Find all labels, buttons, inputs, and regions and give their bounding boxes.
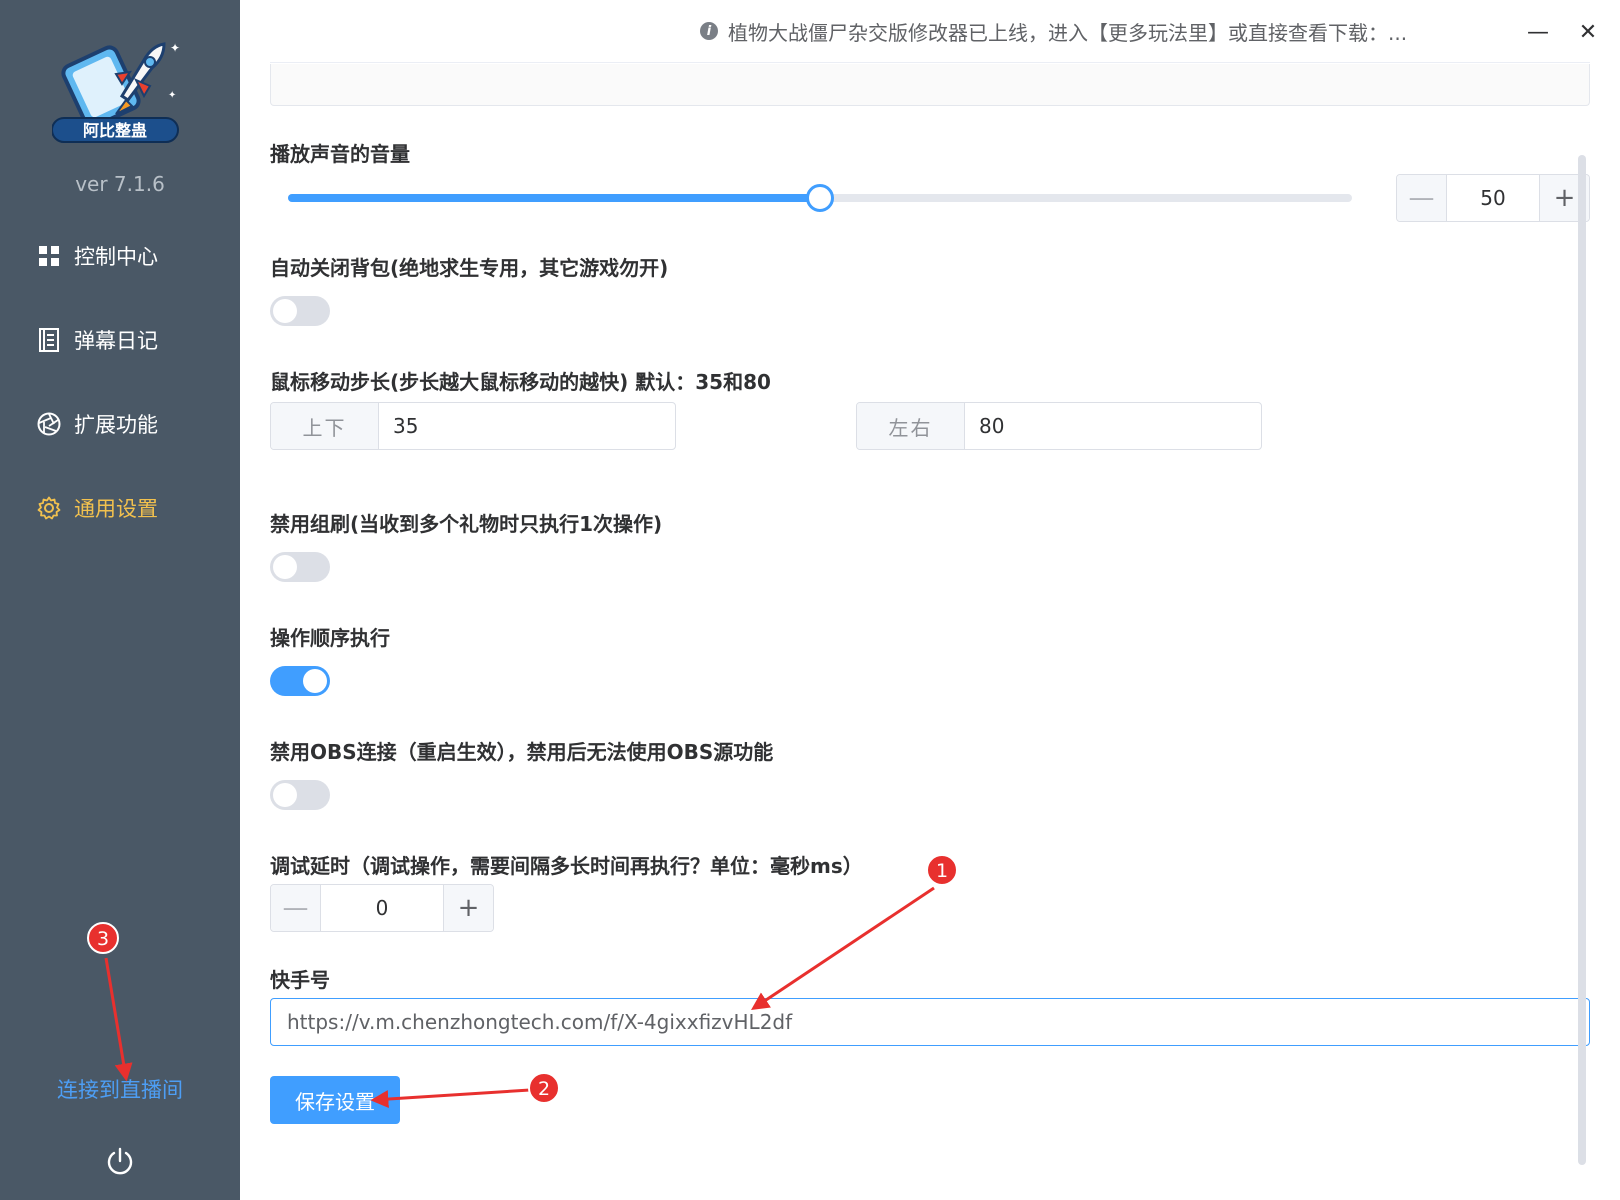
sidebar-item-danmaku-diary[interactable]: 弹幕日记 (36, 320, 158, 360)
volume-slider[interactable] (288, 184, 1352, 212)
scrollbar[interactable] (1578, 155, 1586, 1165)
sidebar-item-label: 通用设置 (74, 497, 158, 521)
sidebar: ✦ ✦ 阿比整蛊 ver 7.1.6 控制中心 弹幕日记 扩展功能 通用设置 连… (0, 0, 240, 1200)
debug-delay-label: 调试延时（调试操作，需要间隔多长时间再执行？单位：毫秒ms） (270, 854, 863, 878)
app-window: ✦ ✦ 阿比整蛊 ver 7.1.6 控制中心 弹幕日记 扩展功能 通用设置 连… (0, 0, 1620, 1200)
switch-knob (273, 783, 297, 807)
aperture-icon (36, 411, 62, 437)
settings-panel: i 植物大战僵尸杂交版修改器已上线，进入【更多玩法里】或直接查看下载：... —… (240, 0, 1620, 1200)
notice-text: 植物大战僵尸杂交版修改器已上线，进入【更多玩法里】或直接查看下载：... (728, 20, 1408, 45)
title-bar: i 植物大战僵尸杂交版修改器已上线，进入【更多玩法里】或直接查看下载：... —… (240, 0, 1620, 62)
volume-label: 播放声音的音量 (270, 142, 410, 166)
debug-delay-decrease-button[interactable]: — (271, 885, 321, 931)
connect-live-room-link[interactable]: 连接到直播间 (0, 1074, 240, 1104)
volume-slider-fill (288, 194, 820, 202)
mouse-step-horizontal-input[interactable]: 80 (965, 403, 1261, 449)
volume-value[interactable]: 50 (1447, 175, 1539, 221)
mouse-step-vertical-input[interactable]: 35 (379, 403, 675, 449)
grid-icon (36, 243, 62, 269)
sidebar-item-label: 扩展功能 (74, 413, 158, 437)
switch-knob (273, 299, 297, 323)
sidebar-item-control-center[interactable]: 控制中心 (36, 236, 158, 276)
debug-delay-increase-button[interactable]: + (443, 885, 493, 931)
sidebar-item-general-settings[interactable]: 通用设置 (36, 488, 158, 528)
disable-obs-switch[interactable] (270, 780, 330, 810)
mouse-step-vertical-prepend: 上下 (271, 403, 379, 449)
sidebar-item-extensions[interactable]: 扩展功能 (36, 404, 158, 444)
notebook-icon (36, 327, 62, 353)
info-icon: i (700, 22, 718, 40)
power-icon[interactable] (104, 1146, 136, 1178)
gear-icon (36, 495, 62, 521)
svg-text:✦: ✦ (168, 90, 176, 101)
auto-close-bag-label: 自动关闭背包(绝地求生专用，其它游戏勿开) (270, 256, 669, 280)
mouse-step-horizontal-group: 左右 80 (856, 402, 1262, 450)
sequential-label: 操作顺序执行 (270, 626, 390, 650)
minimize-button[interactable]: — (1524, 18, 1552, 46)
debug-delay-value[interactable]: 0 (321, 885, 443, 931)
app-logo: ✦ ✦ 阿比整蛊 (52, 41, 180, 143)
title-divider (270, 62, 1590, 63)
switch-knob (273, 555, 297, 579)
sidebar-item-label: 弹幕日记 (74, 329, 158, 353)
mouse-step-vertical-group: 上下 35 (270, 402, 676, 450)
save-settings-button[interactable]: 保存设置 (270, 1076, 400, 1124)
clipped-field (270, 64, 1590, 106)
version-label: ver 7.1.6 (75, 172, 165, 196)
auto-close-bag-switch[interactable] (270, 296, 330, 326)
volume-slider-thumb[interactable] (806, 184, 834, 212)
disable-group-switch[interactable] (270, 552, 330, 582)
mouse-step-label: 鼠标移动步长(步长越大鼠标移动的越快) 默认：35和80 (270, 370, 771, 394)
debug-delay-stepper[interactable]: — 0 + (270, 884, 494, 932)
disable-group-label: 禁用组刷(当收到多个礼物时只执行1次操作) (270, 512, 663, 536)
mouse-step-horizontal-prepend: 左右 (857, 403, 965, 449)
sequential-switch[interactable] (270, 666, 330, 696)
logo-text: 阿比整蛊 (83, 121, 147, 140)
kuaishou-label: 快手号 (270, 968, 330, 992)
kuaishou-input[interactable]: https://v.m.chenzhongtech.com/f/X-4gixxf… (270, 998, 1590, 1046)
disable-obs-label: 禁用OBS连接（重启生效），禁用后无法使用OBS源功能 (270, 740, 774, 764)
volume-decrease-button[interactable]: — (1397, 175, 1447, 221)
notice-banner[interactable]: i 植物大战僵尸杂交版修改器已上线，进入【更多玩法里】或直接查看下载：... (700, 16, 1407, 46)
close-button[interactable]: ✕ (1574, 18, 1602, 46)
sidebar-item-label: 控制中心 (74, 245, 158, 269)
switch-knob (303, 669, 327, 693)
volume-stepper[interactable]: — 50 + (1396, 174, 1590, 222)
svg-text:✦: ✦ (170, 41, 180, 55)
